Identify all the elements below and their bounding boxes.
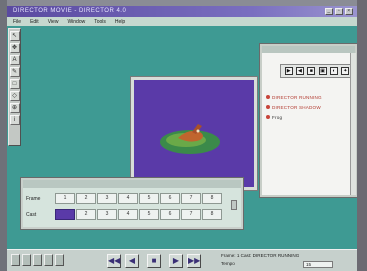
arrow-tool-icon[interactable]: ↖: [9, 31, 20, 41]
cast-scrollbar[interactable]: [350, 53, 356, 195]
stage-artwork: [160, 124, 220, 154]
frame-cell[interactable]: 1: [55, 193, 75, 204]
cast-cell[interactable]: 4: [118, 209, 138, 220]
cast-cell[interactable]: 6: [160, 209, 180, 220]
frame-cell[interactable]: 4: [118, 193, 138, 204]
cast-item-label: DIRECTOR RUNNING: [272, 94, 322, 100]
cast-row-label: Cast: [26, 212, 37, 218]
frame-cell[interactable]: 6: [160, 193, 180, 204]
control-button-group: [11, 254, 64, 266]
cast-cell[interactable]: 5: [139, 209, 159, 220]
menu-bar: File Edit View Window Tools Help: [7, 17, 357, 26]
cast-cell-selected[interactable]: [55, 209, 75, 220]
frame-counter-button[interactable]: [44, 254, 53, 266]
cast-play-icon[interactable]: ▶: [284, 67, 293, 75]
cast-cell[interactable]: 7: [181, 209, 201, 220]
step-forward-button[interactable]: ▶▶: [187, 254, 201, 268]
frame-cell[interactable]: 3: [97, 193, 117, 204]
text-tool-icon[interactable]: A: [9, 55, 20, 65]
control-panel: ◀◀ ◀ ■ ▶ ▶▶ Frame: 1 Cast: DIRECTOR RUNN…: [7, 249, 357, 271]
cast-tool-icon[interactable]: ◇: [9, 91, 20, 101]
cast-window-titlebar[interactable]: [262, 46, 355, 53]
bullet-icon: [266, 105, 270, 109]
cast-effects-icon[interactable]: ✦: [341, 67, 350, 75]
cast-row: 2 3 4 5 6 7 8: [55, 209, 222, 220]
desktop: DIRECTOR MOVIE - DIRECTOR 4.0 _ ▫ × File…: [7, 6, 357, 271]
maximize-button[interactable]: ▫: [335, 8, 343, 15]
list-item[interactable]: DIRECTOR RUNNING: [266, 92, 352, 102]
cast-grid-icon[interactable]: ▣: [318, 67, 327, 75]
cast-item-label: Frog: [272, 114, 283, 120]
stop-button[interactable]: ■: [147, 254, 161, 268]
list-item[interactable]: DIRECTOR SHADOW: [266, 102, 352, 112]
tempo-button[interactable]: [55, 254, 64, 266]
cast-item-label: DIRECTOR SHADOW: [272, 104, 321, 110]
menu-view[interactable]: View: [48, 19, 59, 25]
stage-window[interactable]: [130, 76, 258, 191]
menu-help[interactable]: Help: [115, 19, 125, 25]
monitor-bezel-left: [0, 0, 7, 271]
menu-file[interactable]: File: [13, 19, 21, 25]
monitor-bezel-right: [357, 0, 367, 271]
close-button[interactable]: ×: [345, 8, 353, 15]
cast-toolbar: ▶ ◀ ■ ▣ ◐ ✦: [280, 64, 354, 78]
bullet-icon: [266, 115, 270, 119]
score-scroll-button[interactable]: [231, 200, 237, 210]
cast-window: ▶ ◀ ■ ▣ ◐ ✦ DIRECTOR RUNNING DIRECTOR SH…: [259, 43, 357, 198]
tool-palette: ↖ ✥ A ✎ □ ◇ ⊕ i: [8, 28, 21, 146]
rewind-button[interactable]: ◀◀: [107, 254, 121, 268]
cast-list: DIRECTOR RUNNING DIRECTOR SHADOW Frog: [266, 92, 352, 122]
play-button[interactable]: ▶: [169, 254, 183, 268]
window-controls: _ ▫ ×: [325, 8, 353, 15]
window-title: DIRECTOR MOVIE - DIRECTOR 4.0: [13, 8, 127, 14]
selection-button[interactable]: [33, 254, 42, 266]
volume-button[interactable]: [22, 254, 31, 266]
tempo-label: Tempo: [221, 261, 235, 266]
loop-button[interactable]: [11, 254, 20, 266]
frame-cell[interactable]: 8: [202, 193, 222, 204]
frame-cell[interactable]: 5: [139, 193, 159, 204]
info-tool-icon[interactable]: i: [9, 115, 20, 125]
tempo-field[interactable]: 15: [303, 261, 333, 268]
move-tool-icon[interactable]: ✥: [9, 43, 20, 53]
menu-window[interactable]: Window: [67, 19, 85, 25]
step-back-button[interactable]: ◀: [125, 254, 139, 268]
frame-cell[interactable]: 2: [76, 193, 96, 204]
cast-cell[interactable]: 8: [202, 209, 222, 220]
score-panel: Frame Cast 1 2 3 4 5 6 7 8 2 3 4 5 6 7 8: [20, 177, 244, 230]
frame-row-label: Frame: [26, 196, 41, 202]
zoom-tool-icon[interactable]: ⊕: [9, 103, 20, 113]
score-panel-titlebar[interactable]: [23, 180, 241, 188]
list-item[interactable]: Frog: [266, 112, 352, 122]
menu-tools[interactable]: Tools: [94, 19, 106, 25]
cast-back-icon[interactable]: ◀: [295, 67, 304, 75]
paint-tool-icon[interactable]: ✎: [9, 67, 20, 77]
title-bar: DIRECTOR MOVIE - DIRECTOR 4.0 _ ▫ ×: [7, 6, 357, 17]
status-text: Frame: 1 Cast: DIRECTOR RUNNING: [221, 253, 300, 258]
frame-cell[interactable]: 7: [181, 193, 201, 204]
minimize-button[interactable]: _: [325, 8, 333, 15]
bullet-icon: [266, 95, 270, 99]
frame-row: 1 2 3 4 5 6 7 8: [55, 193, 222, 204]
cast-cell[interactable]: 3: [97, 209, 117, 220]
frog-eye: [196, 129, 200, 133]
menu-edit[interactable]: Edit: [30, 19, 39, 25]
shape-tool-icon[interactable]: □: [9, 79, 20, 89]
cast-ink-icon[interactable]: ◐: [329, 67, 338, 75]
cast-stop-icon[interactable]: ■: [307, 67, 316, 75]
cast-cell[interactable]: 2: [76, 209, 96, 220]
